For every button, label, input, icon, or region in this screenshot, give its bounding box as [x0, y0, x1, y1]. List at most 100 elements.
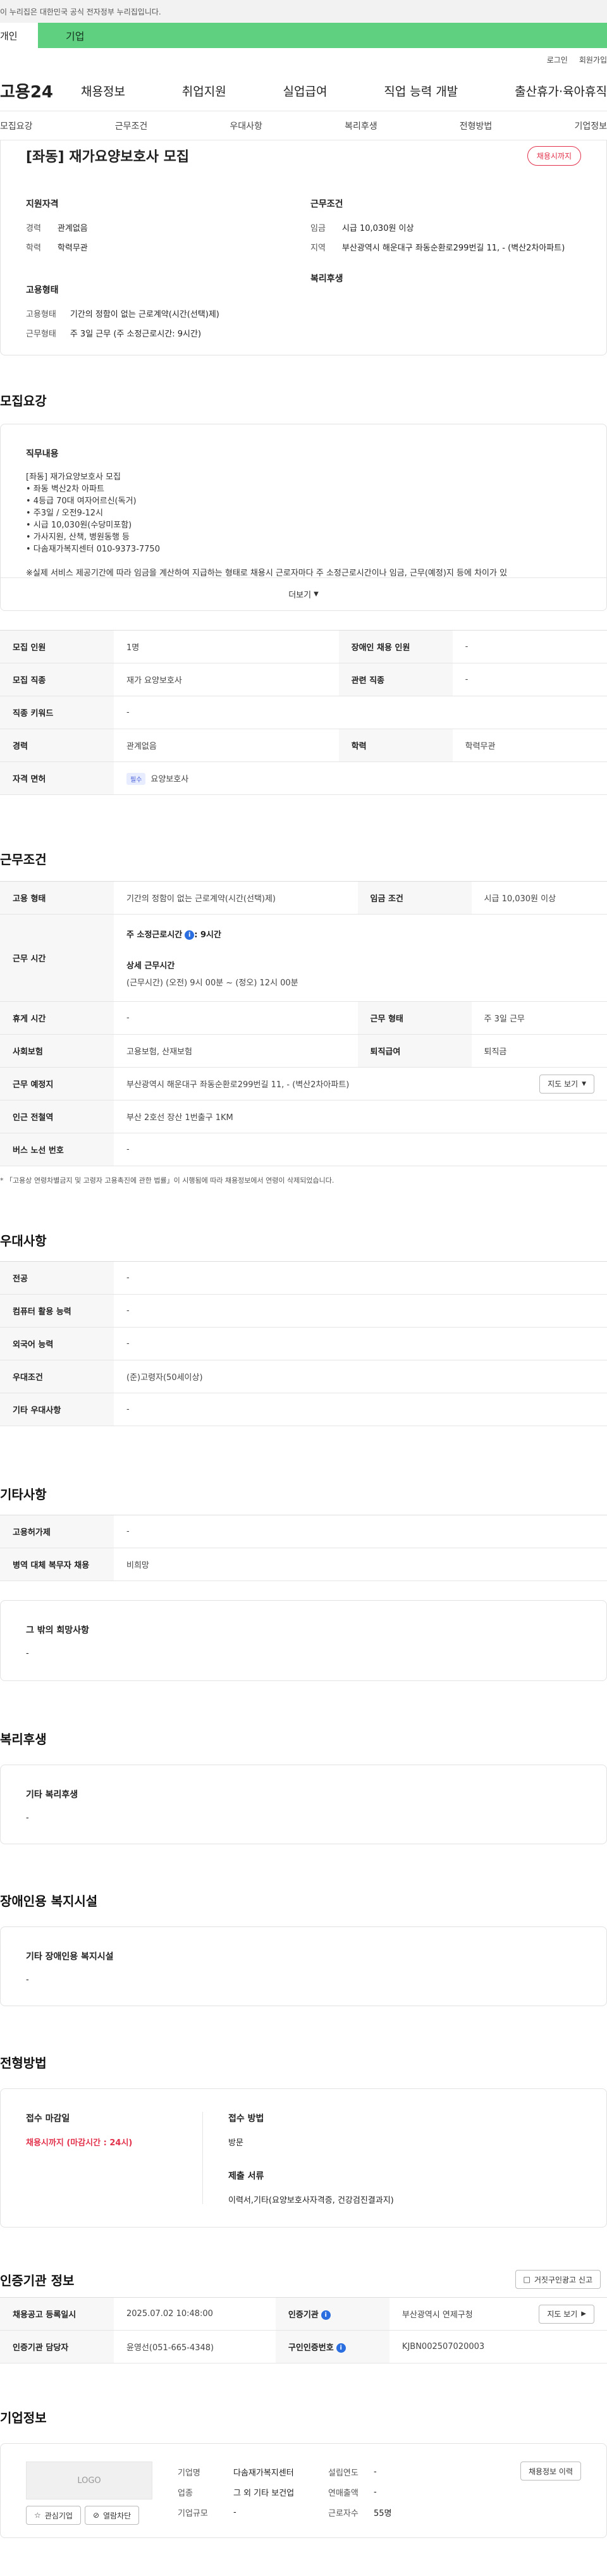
- company-value: 55명: [374, 2508, 392, 2518]
- map-view-label: 지도 보기: [548, 1080, 579, 1088]
- table-row: 우대조건 (준)고령자(50세이상): [0, 1360, 607, 1393]
- row-value: 1명: [114, 630, 339, 663]
- gnb-item-unemployment[interactable]: 실업급여: [283, 82, 328, 99]
- gnb-item-parental-leave[interactable]: 출산휴가·육아휴직: [515, 82, 607, 99]
- pref-table: 전공 - 컴퓨터 활용 능력 - 외국어 능력 - 우대조건 (준)고령자(50세이상)…: [0, 1261, 607, 1426]
- row-value: -: [114, 1294, 607, 1328]
- anchor-recruit[interactable]: 모집요강: [0, 120, 33, 132]
- row-value: 윤영선(051-665-4348): [114, 2330, 276, 2363]
- welfare-box-value: -: [26, 1813, 29, 1823]
- org-value: 부산광역시 연제구청: [402, 2310, 473, 2320]
- row-value: 고용보험, 산재보험: [114, 1034, 358, 1068]
- more-label: 더보기: [288, 591, 312, 600]
- recruit-table: 모집 인원 1명 장애인 채용 인원 - 모집 직종 재가 요양보호사 관련 직종 - 직종…: [0, 630, 607, 795]
- org-map-button[interactable]: 지도 보기 ▶: [539, 2304, 594, 2324]
- gnb-item-jobs[interactable]: 채용정보: [81, 82, 125, 99]
- row-value: 퇴직금: [471, 1034, 607, 1068]
- row-header: 장애인 채용 인원: [338, 630, 453, 663]
- anchor-welfare[interactable]: 복리후생: [345, 120, 377, 132]
- row-value: 비희망: [114, 1548, 607, 1581]
- disabled-card: 기타 장애인용 복지시설 -: [0, 1926, 607, 2006]
- company-section-title: 기업정보: [0, 2410, 47, 2425]
- info-icon[interactable]: i: [321, 2310, 331, 2320]
- table-row: 직종 키워드 -: [0, 696, 607, 729]
- duty-line: • 주3일 / 오전9-12시: [26, 508, 104, 518]
- wish-card: 그 밖의 희망사항 -: [0, 1600, 607, 1681]
- row-header: 컴퓨터 활용 능력: [0, 1294, 114, 1328]
- company-row: 기업규모 - 근로자수 55명: [178, 2502, 581, 2522]
- table-row: 외국어 능력 -: [0, 1327, 607, 1360]
- more-button[interactable]: 더보기 ▼: [1, 577, 606, 610]
- table-row: 고용 형태 기간의 정함이 없는 근로계약(시간(선택)제) 임금 조건 시급 10,…: [0, 881, 607, 915]
- duty-content: [좌동] 재가요양보호사 모집 • 좌동 벽산2차 아파트 • 4등급 70대 …: [26, 471, 581, 579]
- tab-company[interactable]: 기업: [38, 23, 607, 48]
- row-value: -: [114, 1327, 607, 1360]
- anchor-work[interactable]: 근무조건: [115, 120, 148, 132]
- row-header: 모집 직종: [0, 663, 114, 696]
- login-link[interactable]: 로그인: [547, 54, 568, 65]
- site-logo[interactable]: 고용24: [0, 79, 76, 102]
- row-value: 기간의 정함이 없는 근로계약(시간(선택)제): [114, 881, 358, 915]
- emp-value: 주 3일 근무 (주 소정근로시간: 9시간): [70, 330, 202, 339]
- job-history-button[interactable]: 채용정보 이력: [520, 2462, 581, 2480]
- favorite-company-button[interactable]: ☆ 관심기업: [26, 2506, 81, 2525]
- duty-line: • 시급 10,030원(수당미포함): [26, 521, 132, 530]
- block-view-button[interactable]: ⊘ 열람차단: [84, 2506, 140, 2525]
- company-label: 업종: [178, 2488, 193, 2498]
- row-value: 필수 요양보호사: [114, 761, 607, 795]
- anchor-nav: 모집요강 근무조건 우대사항 복리후생 전형방법 기업정보: [0, 111, 607, 140]
- table-row: 인증기관 담당자 윤영선(051-665-4348) 구인인증번호 i KJBN0025…: [0, 2330, 607, 2363]
- wish-value: -: [26, 1649, 29, 1658]
- info-icon[interactable]: i: [185, 930, 195, 940]
- company-label: 기업명: [178, 2468, 200, 2478]
- work-place-value: 부산광역시 해운대구 좌동순환로299번길 11, - (벽산2차아파트): [126, 1080, 350, 1090]
- company-label: 설립연도: [328, 2468, 359, 2478]
- work-table: 고용 형태 기간의 정함이 없는 근로계약(시간(선택)제) 임금 조건 시급 10,…: [0, 881, 607, 1166]
- cond-value: 시급 10,030원 이상: [341, 224, 414, 233]
- row-header: 학력: [338, 729, 453, 762]
- row-value: (준)고령자(50세이상): [114, 1360, 607, 1393]
- table-row: 사회보험 고용보험, 산재보험 퇴직급여 퇴직금: [0, 1034, 607, 1068]
- table-row: 근무 예정지 부산광역시 해운대구 좌동순환로299번길 11, - (벽산2차아…: [0, 1067, 607, 1100]
- report-false-ad-button[interactable]: □ 거짓구인광고 신고: [515, 2270, 601, 2289]
- emp-value: 기간의 정함이 없는 근로계약(시간(선택)제): [70, 310, 219, 319]
- cond-title: 근무조건: [310, 199, 343, 209]
- welfare-summary-title: 복리후생: [310, 274, 343, 284]
- chevron-right-icon: ▶: [581, 2310, 586, 2317]
- map-view-button[interactable]: 지도 보기 ▼: [539, 1074, 594, 1094]
- gnb-item-employment-support[interactable]: 취업지원: [182, 82, 226, 99]
- company-label: 기업규모: [178, 2508, 208, 2518]
- job-history-label: 채용정보 이력: [528, 2467, 573, 2476]
- global-nav: 고용24 채용정보 취업지원 실업급여 직업 능력 개발 출산휴가·육아휴직: [0, 71, 607, 111]
- cond-label: 지역: [310, 243, 326, 253]
- cond-label: 임금: [310, 224, 326, 233]
- company-row: 업종 그 외 기타 보건업 연매출액 -: [178, 2482, 581, 2502]
- top-tabs: 개인 기업: [0, 23, 607, 48]
- table-row: 기타 우대사항 -: [0, 1393, 607, 1426]
- detail-hours-label: 상세 근무시간: [126, 961, 175, 971]
- row-value: -: [114, 1133, 607, 1166]
- favorite-label: 관심기업: [44, 2511, 73, 2520]
- utility-links: 로그인 회원가입: [0, 48, 607, 71]
- row-header: 인증기관 i: [275, 2297, 389, 2331]
- duty-line: • 좌동 벽산2차 아파트: [26, 484, 105, 494]
- anchor-pref[interactable]: 우대사항: [230, 120, 262, 132]
- docs-value: 이력서,기타(요양보호사자격증, 건강검진결과지): [228, 2196, 394, 2205]
- row-value: -: [114, 696, 607, 729]
- wish-title: 그 밖의 희망사항: [26, 1625, 89, 1636]
- row-value: 학력무관: [452, 729, 607, 762]
- row-value: 부산 2호선 장산 1번출구 1KM: [114, 1100, 607, 1133]
- anchor-process[interactable]: 전형방법: [460, 120, 493, 132]
- row-value: -: [114, 1261, 607, 1295]
- company-value: -: [233, 2507, 236, 2517]
- tab-personal[interactable]: 개인: [0, 23, 38, 48]
- anchor-company[interactable]: 기업정보: [574, 120, 607, 132]
- pref-section-title: 우대사항: [0, 1233, 47, 1248]
- duty-line: • 다솜재가복지센터 010-9373-7750: [26, 545, 160, 554]
- row-header: 고용 형태: [0, 881, 114, 915]
- join-link[interactable]: 회원가입: [579, 54, 607, 65]
- company-label: 근로자수: [328, 2508, 359, 2518]
- gnb-item-training[interactable]: 직업 능력 개발: [384, 82, 458, 99]
- row-header: 자격 면허: [0, 761, 114, 795]
- info-icon[interactable]: i: [336, 2343, 346, 2353]
